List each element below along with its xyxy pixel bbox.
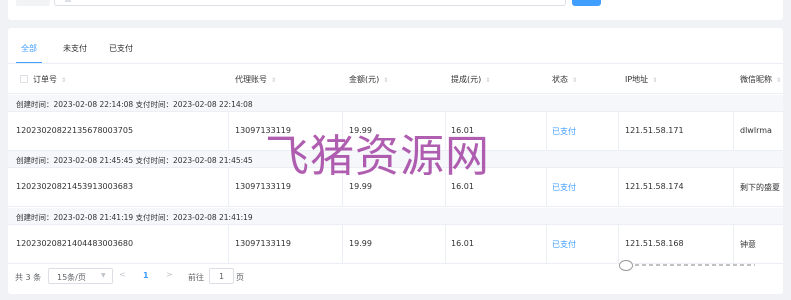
column-label: 代理账号	[235, 75, 267, 84]
agent-cell: 13097133119	[235, 126, 291, 135]
column-header-amount[interactable]: 金额(元) ⇕	[349, 74, 388, 85]
column-divider	[445, 112, 446, 150]
column-divider	[618, 225, 619, 263]
column-divider	[342, 112, 343, 150]
table-row[interactable]: 12023020821404483003680 13097133119 19.9…	[8, 225, 783, 264]
chevron-right-icon[interactable]: >	[166, 270, 173, 279]
sort-caret-icon[interactable]: ⇕	[776, 77, 781, 84]
order-group-header: 创建时间：2023-02-08 21:45:45 支付时间：2023-02-08…	[8, 151, 783, 168]
amount-cell: 19.99	[349, 239, 372, 248]
order-no-cell: 12023020822135678003705	[16, 126, 134, 135]
page-suffix: 页	[236, 273, 244, 282]
table-row[interactable]: 12023020821453913003683 13097133119 19.9…	[8, 168, 783, 207]
sort-caret-icon[interactable]: ⇕	[271, 77, 276, 84]
column-label: 提成(元)	[451, 75, 482, 84]
column-divider	[618, 112, 619, 150]
commission-cell: 16.01	[451, 126, 474, 135]
commission-cell: 16.01	[451, 182, 474, 191]
tab-all[interactable]: 全部	[21, 43, 37, 54]
page-jump-value: 1	[218, 272, 225, 281]
column-header-ip[interactable]: IP地址 ⇕	[625, 74, 657, 85]
agent-cell: 13097133119	[235, 182, 291, 191]
column-divider	[342, 225, 343, 263]
column-divider	[445, 168, 446, 206]
ip-cell: 121.51.58.168	[625, 239, 684, 248]
status-tabs: 全部 未支付 已支付	[8, 28, 783, 63]
column-header-status[interactable]: 状态 ⇕	[552, 74, 577, 85]
filter-bar	[8, 0, 783, 20]
order-group-header: 创建时间：2023-02-08 22:14:08 支付时间：2023-02-08…	[8, 95, 783, 112]
page-jump-input[interactable]: 1	[209, 268, 234, 284]
column-divider	[445, 225, 446, 263]
status-cell: 已支付	[552, 240, 576, 249]
table-header: 订单号 ⇕ 代理账号 ⇕ 金额(元) ⇕ 提成(元) ⇕ 状态 ⇕ IP地址 ⇕ 微信昵称 ⇕	[8, 64, 783, 94]
column-label: 订单号	[33, 75, 57, 84]
page-number-current[interactable]: 1	[143, 271, 149, 280]
column-divider	[733, 225, 734, 263]
page-size-value: 15条/页	[57, 273, 86, 282]
agent-cell: 13097133119	[235, 239, 291, 248]
column-divider	[546, 168, 547, 206]
column-label: 微信昵称	[740, 75, 772, 84]
ip-cell: 121.51.58.171	[625, 126, 684, 135]
sort-caret-icon[interactable]: ⇕	[61, 77, 66, 84]
total-count: 共 3 条	[15, 273, 42, 282]
order-timestamps: 创建时间：2023-02-08 21:41:19 支付时间：2023-02-08…	[16, 213, 253, 222]
wechat-cell: 剩下的盛夏	[740, 183, 780, 192]
chevron-left-icon[interactable]: <	[119, 270, 126, 279]
orders-card: 全部 未支付 已支付 订单号 ⇕ 代理账号 ⇕ 金额(元) ⇕ 提成(元) ⇕ 状态 ⇕ …	[8, 28, 783, 294]
order-no-cell: 12023020821404483003680	[16, 239, 134, 248]
ip-cell: 121.51.58.174	[625, 182, 684, 191]
column-divider	[733, 168, 734, 206]
column-divider	[228, 225, 229, 263]
column-divider	[618, 168, 619, 206]
status-cell: 已支付	[552, 183, 576, 192]
column-label: 状态	[552, 75, 568, 84]
wechat-cell: dlwlrma	[740, 126, 772, 135]
amount-cell: 19.99	[349, 126, 372, 135]
commission-cell: 16.01	[451, 239, 474, 248]
tab-paid[interactable]: 已支付	[109, 43, 133, 54]
sort-caret-icon[interactable]: ⇕	[383, 77, 388, 84]
wechat-cell: 钟意	[740, 240, 756, 249]
amount-cell: 19.99	[349, 182, 372, 191]
column-label: 金额(元)	[349, 75, 380, 84]
column-header-wechat[interactable]: 微信昵称 ⇕	[740, 74, 781, 85]
filter-input[interactable]	[54, 0, 566, 6]
column-divider	[228, 168, 229, 206]
column-header-order-no[interactable]: 订单号 ⇕	[33, 74, 66, 85]
pagination: 共 3 条 15条/页 ▼ < 1 > 前往 1 页	[8, 266, 783, 286]
column-divider	[228, 112, 229, 150]
order-timestamps: 创建时间：2023-02-08 22:14:08 支付时间：2023-02-08…	[16, 100, 253, 109]
order-group-header: 创建时间：2023-02-08 21:41:19 支付时间：2023-02-08…	[8, 208, 783, 225]
filter-input-placeholder	[65, 0, 71, 2]
chevron-down-icon: ▼	[101, 272, 106, 279]
column-divider	[342, 168, 343, 206]
column-divider	[546, 225, 547, 263]
order-no-cell: 12023020821453913003683	[16, 182, 134, 191]
tab-unpaid[interactable]: 未支付	[63, 43, 87, 54]
select-all-checkbox[interactable]	[20, 75, 28, 83]
column-divider	[546, 112, 547, 150]
page-size-select[interactable]: 15条/页 ▼	[48, 268, 113, 284]
column-header-agent[interactable]: 代理账号 ⇕	[235, 74, 276, 85]
order-timestamps: 创建时间：2023-02-08 21:45:45 支付时间：2023-02-08…	[16, 156, 253, 165]
search-button[interactable]	[572, 0, 601, 6]
table-row[interactable]: 12023020822135678003705 13097133119 19.9…	[8, 112, 783, 151]
sort-caret-icon[interactable]: ⇕	[572, 77, 577, 84]
column-header-commission[interactable]: 提成(元) ⇕	[451, 74, 490, 85]
sort-caret-icon[interactable]: ⇕	[652, 77, 657, 84]
filter-label	[16, 0, 50, 6]
status-cell: 已支付	[552, 127, 576, 136]
column-label: IP地址	[625, 75, 649, 84]
sort-caret-icon[interactable]: ⇕	[485, 77, 490, 84]
goto-label: 前往	[188, 273, 204, 282]
column-divider	[733, 112, 734, 150]
